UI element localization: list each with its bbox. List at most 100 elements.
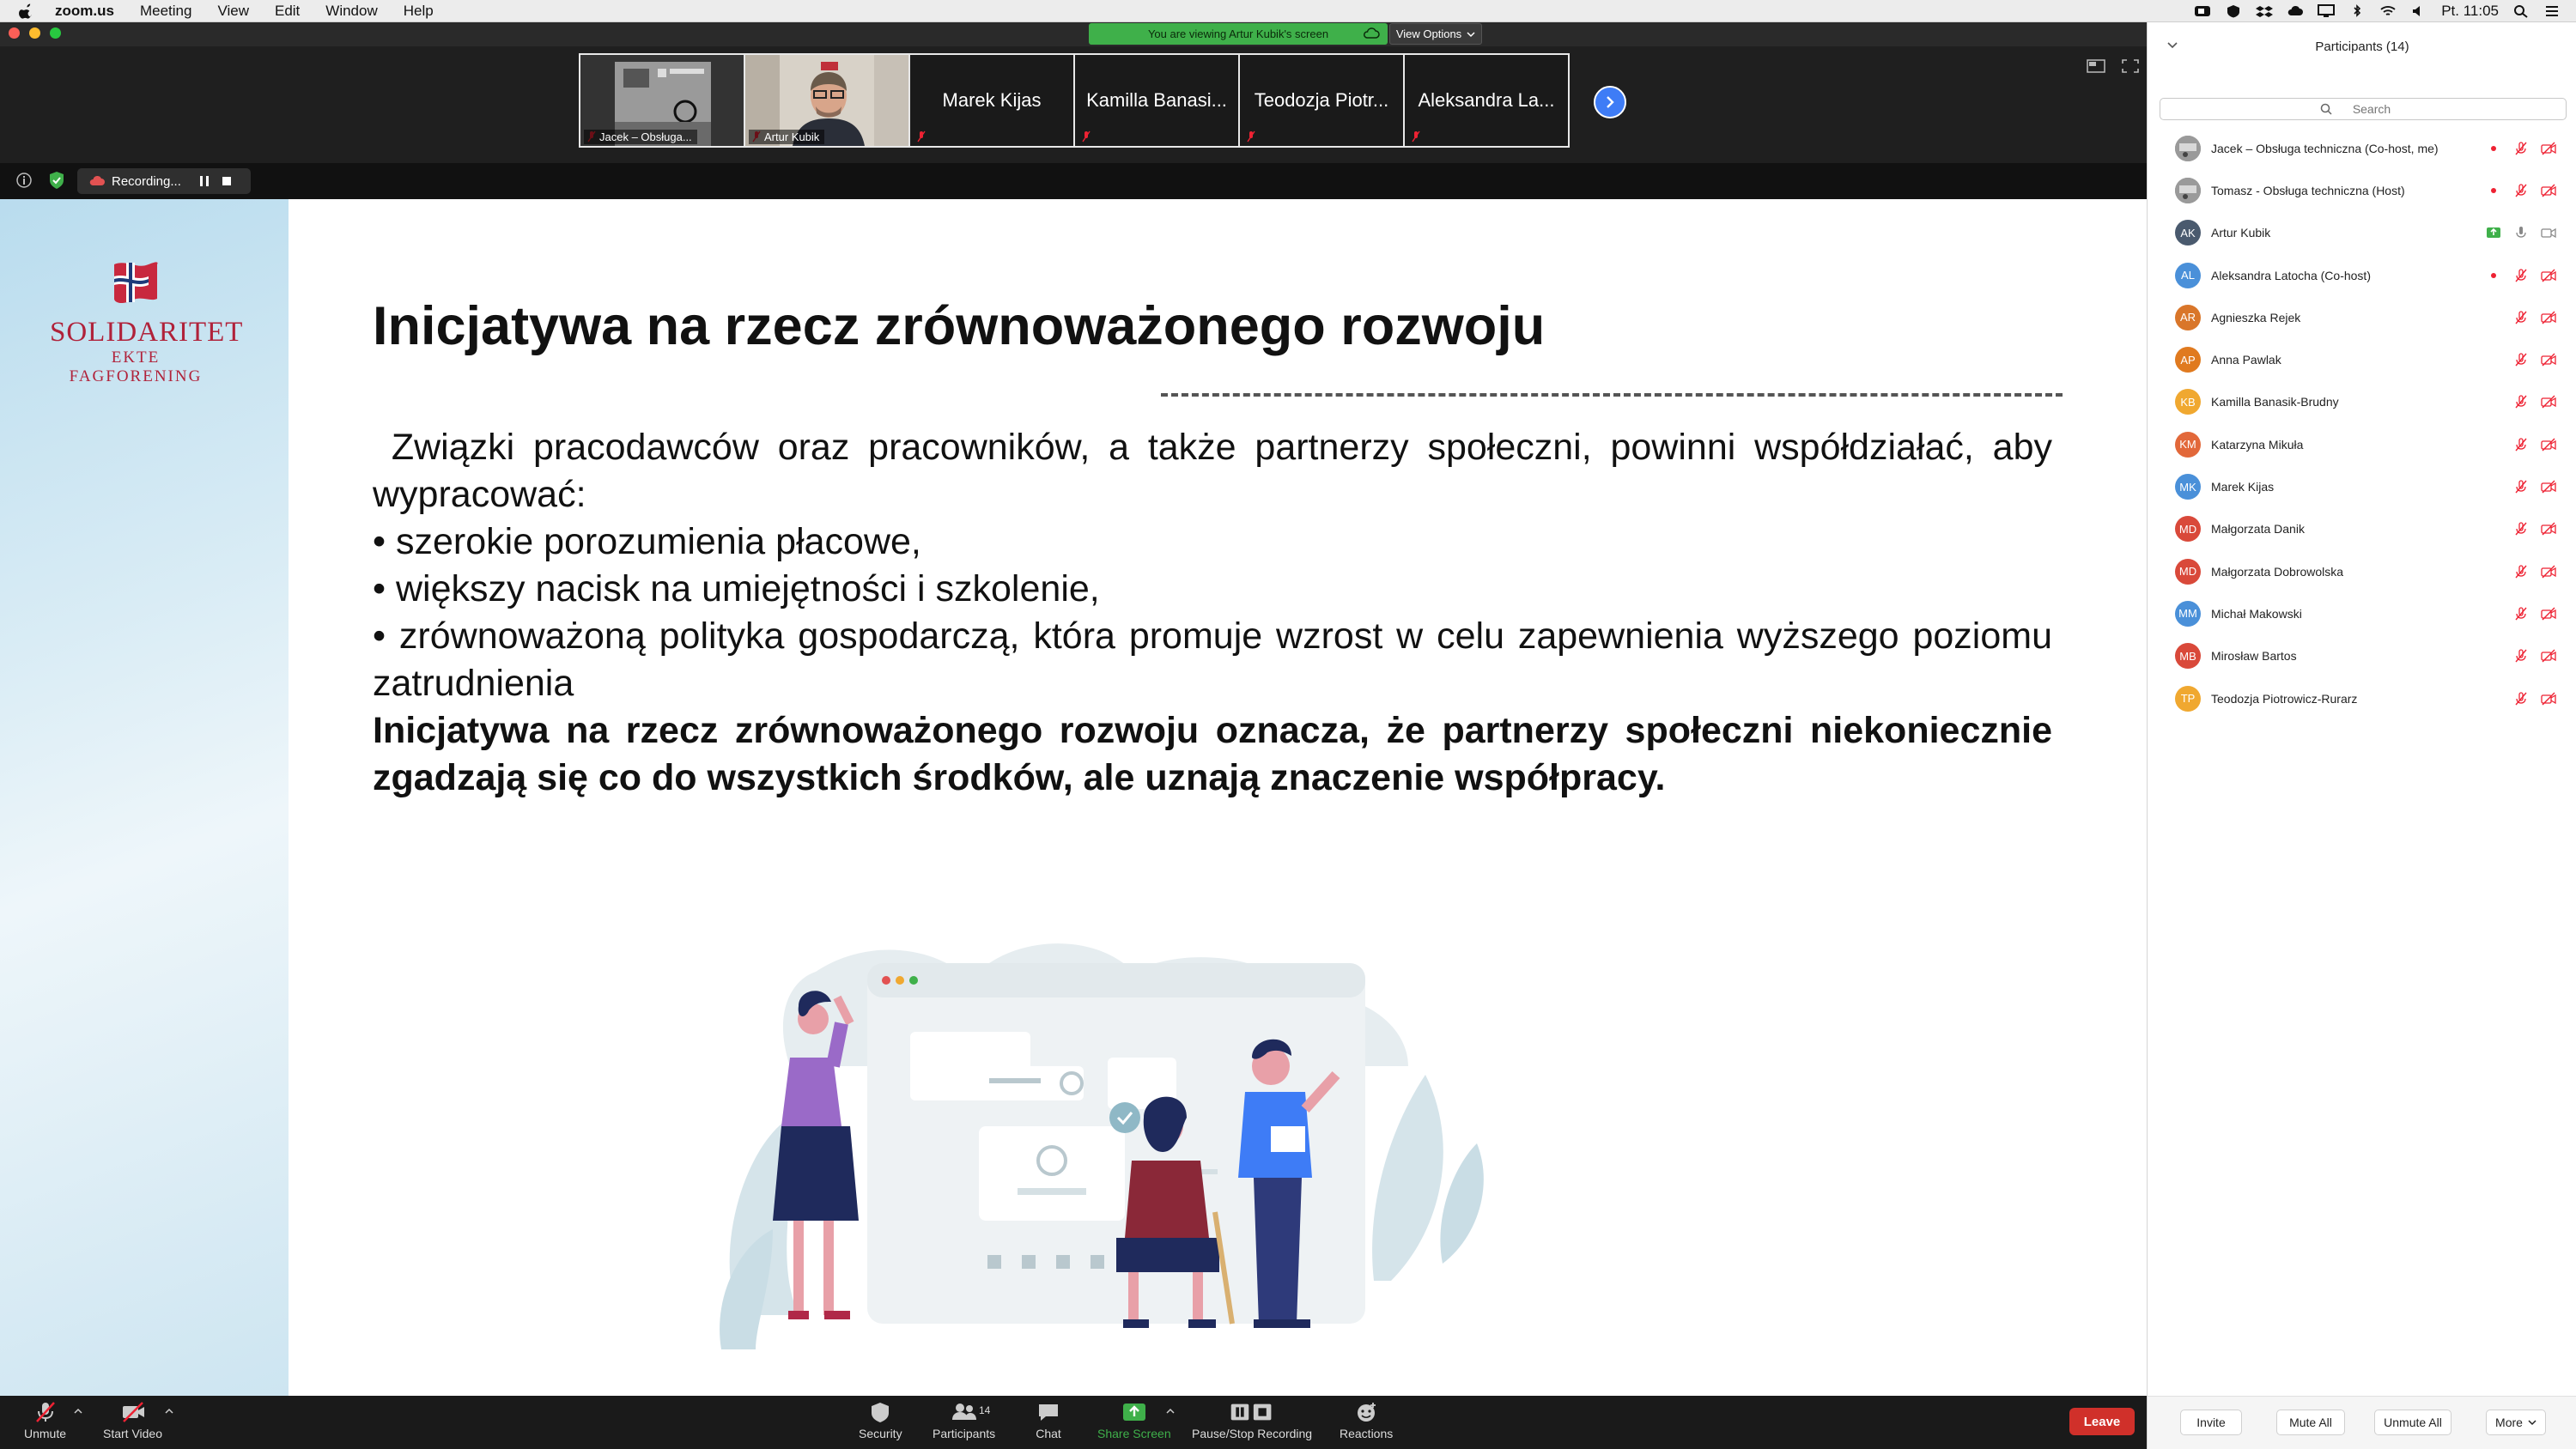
participant-row[interactable]: MM Michał Makowski [2148,592,2576,634]
participant-row[interactable]: KM Katarzyna Mikuła [2148,423,2576,465]
muted-mic-icon[interactable] [2513,522,2529,536]
control-center-icon[interactable] [2543,4,2561,18]
teamwork-illustration [720,943,1484,1349]
muted-mic-icon[interactable] [2513,353,2529,367]
next-page-button[interactable] [1594,86,1626,118]
muted-mic-icon[interactable] [2513,564,2529,579]
muted-mic-icon[interactable] [2513,438,2529,452]
participant-row[interactable]: AP Anna Pawlak [2148,338,2576,380]
fullscreen-icon[interactable] [2121,58,2140,74]
invite-button[interactable]: Invite [2180,1410,2242,1435]
search-input[interactable] [2337,102,2406,116]
gallery-layout-icon[interactable] [2087,58,2105,74]
zoom-tray-icon[interactable] [2194,4,2211,18]
video-off-icon[interactable] [2541,522,2556,536]
dropbox-icon[interactable] [2256,4,2274,18]
video-off-icon[interactable] [2541,480,2556,494]
menu-app-name[interactable]: zoom.us [55,3,114,20]
participant-row[interactable]: MK Marek Kijas [2148,465,2576,507]
video-off-icon[interactable] [2541,607,2556,621]
participant-status-icons [2513,311,2556,324]
participant-name: Marek Kijas [2211,480,2275,494]
reactions-button[interactable]: Reactions [1340,1401,1393,1440]
thumbnail-name-teodozja[interactable]: Teodozja Piotr... [1240,55,1403,146]
thumbnail-video-artur[interactable]: Artur Kubik [745,55,908,146]
volume-icon[interactable] [2410,4,2427,18]
video-camera-icon[interactable] [2541,226,2556,239]
video-off-icon[interactable] [2541,565,2556,579]
menu-view[interactable]: View [217,3,249,20]
stop-recording-icon[interactable] [221,175,233,187]
unmute-all-button[interactable]: Unmute All [2374,1410,2451,1435]
menu-window[interactable]: Window [325,3,377,20]
participants-search[interactable] [2160,98,2567,120]
thumbnail-name-aleksandra[interactable]: Aleksandra La... [1405,55,1568,146]
video-off-icon[interactable] [2541,353,2556,367]
close-window-button[interactable] [9,27,20,39]
participant-row[interactable]: MB Mirosław Bartos [2148,635,2576,677]
spotlight-icon[interactable] [2512,4,2530,18]
mic-icon[interactable] [2513,226,2529,239]
leave-button[interactable]: Leave [2069,1408,2135,1435]
more-button[interactable]: More [2486,1410,2546,1435]
muted-mic-icon[interactable] [2513,311,2529,324]
video-off-icon[interactable] [2541,142,2556,155]
chevron-down-icon[interactable] [2166,39,2178,50]
view-options-button[interactable]: View Options [1389,23,1482,45]
cloud-tray-icon[interactable] [2287,4,2304,18]
muted-mic-icon[interactable] [2513,691,2529,706]
video-off-icon[interactable] [2541,184,2556,197]
apple-icon[interactable] [17,2,36,21]
chevron-up-icon[interactable] [165,1408,173,1415]
chevron-up-icon[interactable] [74,1408,82,1415]
thumbnail-name-tag: Jacek – Obsługa... [584,130,697,144]
shield-tray-icon[interactable] [2225,4,2242,18]
encryption-shield-icon[interactable] [48,171,65,190]
participant-row[interactable]: Tomasz - Obsługa techniczna (Host) [2148,169,2576,211]
display-icon[interactable] [2318,4,2336,18]
menubar-clock[interactable]: Pt. 11:05 [2441,3,2499,20]
chat-button[interactable]: Chat [1036,1401,1061,1440]
menu-help[interactable]: Help [404,3,434,20]
muted-mic-icon[interactable] [2513,395,2529,409]
participant-row[interactable]: KB Kamilla Banasik-Brudny [2148,381,2576,423]
start-video-button[interactable]: Start Video [103,1401,162,1440]
menu-edit[interactable]: Edit [275,3,300,20]
muted-mic-icon[interactable] [2513,141,2529,155]
video-off-icon[interactable] [2541,269,2556,282]
video-off-icon[interactable] [2541,311,2556,324]
wifi-icon[interactable] [2379,4,2397,18]
participant-row[interactable]: TP Teodozja Piotrowicz-Rurarz [2148,677,2576,719]
participant-row[interactable]: Jacek – Obsługa techniczna (Co-host, me) [2148,127,2576,169]
video-off-icon[interactable] [2541,438,2556,452]
video-off-icon[interactable] [2541,395,2556,409]
thumbnail-name-kamilla[interactable]: Kamilla Banasi... [1075,55,1238,146]
info-icon[interactable] [15,172,33,189]
mute-all-button[interactable]: Mute All [2276,1410,2345,1435]
muted-mic-icon[interactable] [2513,184,2529,197]
thumbnail-name-marek[interactable]: Marek Kijas [910,55,1073,146]
security-button[interactable]: Security [859,1401,902,1440]
meeting-info-bar [0,163,2147,199]
pause-stop-recording-button[interactable]: Pause/Stop Recording [1192,1401,1312,1440]
menu-meeting[interactable]: Meeting [140,3,191,20]
muted-mic-icon[interactable] [2513,649,2529,663]
participant-row[interactable]: AK Artur Kubik [2148,212,2576,254]
thumbnail-video-jacek[interactable]: Jacek – Obsługa... [580,55,744,146]
zoom-window-button[interactable] [50,27,61,39]
video-off-icon[interactable] [2541,649,2556,663]
unmute-button[interactable]: Unmute [24,1401,66,1440]
muted-mic-icon[interactable] [2513,268,2529,282]
minimize-window-button[interactable] [29,27,40,39]
muted-mic-icon[interactable] [2513,607,2529,621]
participant-row[interactable]: MD Małgorzata Dobrowolska [2148,550,2576,592]
participant-row[interactable]: MD Małgorzata Danik [2148,508,2576,550]
muted-mic-icon[interactable] [2513,480,2529,494]
share-screen-button[interactable]: Share Screen [1097,1401,1171,1440]
pause-recording-icon[interactable] [198,175,210,187]
participant-row[interactable]: AL Aleksandra Latocha (Co-host) [2148,254,2576,296]
bluetooth-icon[interactable] [2348,4,2366,18]
participant-row[interactable]: AR Agnieszka Rejek [2148,296,2576,338]
chevron-up-icon[interactable] [1166,1408,1175,1415]
video-off-icon[interactable] [2541,692,2556,706]
